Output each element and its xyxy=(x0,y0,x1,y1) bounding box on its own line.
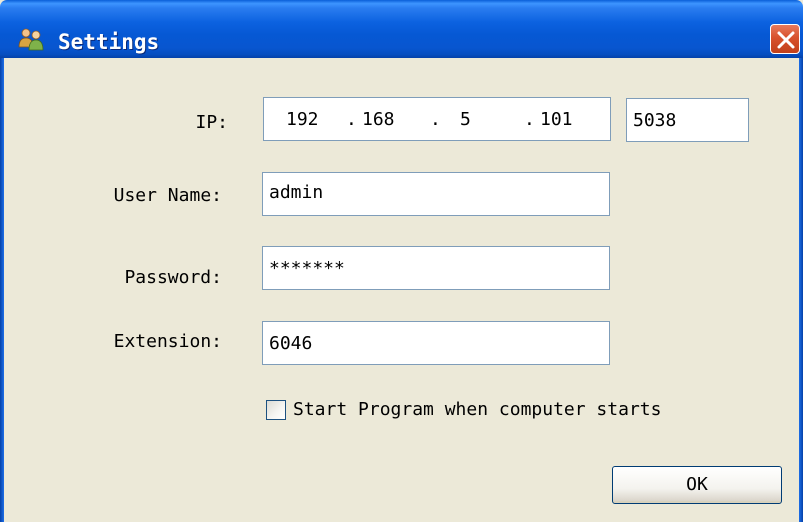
ip-dot-2: . xyxy=(430,109,441,130)
window-border-left xyxy=(0,58,4,522)
settings-dialog: Settings IP: 192 . 168 . 5 . 101 5038 Us… xyxy=(0,0,803,522)
ip-octet-1[interactable]: 192 xyxy=(286,102,319,138)
ip-dot-3: . xyxy=(524,109,535,130)
autostart-label[interactable]: Start Program when computer starts xyxy=(293,398,661,422)
ip-octet-3[interactable]: 5 xyxy=(460,102,471,138)
username-input[interactable]: admin xyxy=(262,172,610,216)
ip-octet-2[interactable]: 168 xyxy=(362,102,395,138)
window-title: Settings xyxy=(58,30,160,54)
extension-input[interactable]: 6046 xyxy=(262,321,610,365)
password-input[interactable]: ******* xyxy=(262,246,610,290)
ip-octet-4[interactable]: 101 xyxy=(540,102,573,138)
close-button[interactable] xyxy=(770,24,800,54)
ok-button[interactable]: OK xyxy=(612,466,782,504)
extension-label: Extension: xyxy=(113,331,222,352)
autostart-checkbox[interactable] xyxy=(266,400,286,420)
window-border-right xyxy=(799,58,803,522)
password-label: Password: xyxy=(124,267,222,288)
port-input[interactable]: 5038 xyxy=(626,98,749,142)
users-icon xyxy=(18,28,44,51)
ip-dot-1: . xyxy=(346,109,357,130)
ip-address-field[interactable]: 192 . 168 . 5 . 101 xyxy=(263,97,611,141)
close-icon xyxy=(777,31,795,49)
username-label: User Name: xyxy=(113,185,222,206)
ip-label: IP: xyxy=(195,112,228,133)
title-bar[interactable]: Settings xyxy=(0,0,803,58)
